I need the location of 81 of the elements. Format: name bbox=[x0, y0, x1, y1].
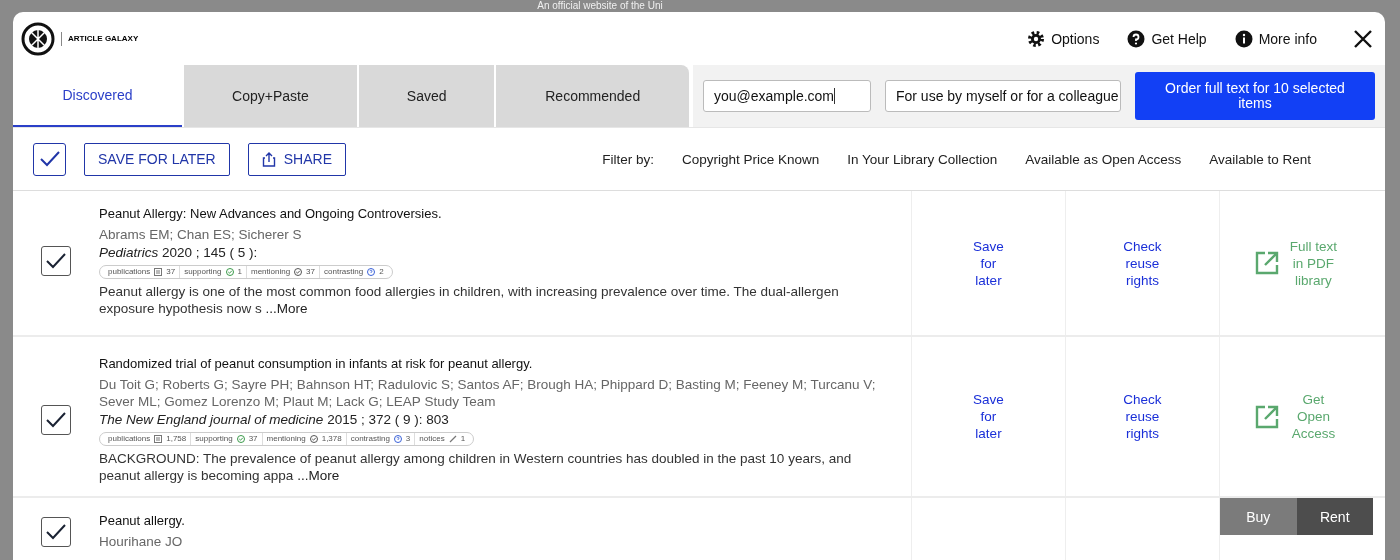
header-link[interactable]: Options bbox=[1027, 29, 1100, 48]
badge-count: 1 bbox=[237, 266, 242, 278]
badge-label: supporting bbox=[184, 266, 222, 278]
save-for-later-link[interactable]: Save for later bbox=[968, 391, 1009, 442]
check-rights-link[interactable]: Check reuse rights bbox=[1122, 391, 1163, 442]
journal-name: The New England journal of medicine bbox=[99, 412, 324, 427]
external-link-icon bbox=[1253, 250, 1280, 276]
article-abstract: Peanut allergy is one of the most common food allergies in children, with increasing prevalence over time. The dual-allergen exposure hypothesis now s ...More bbox=[99, 283, 840, 317]
article-authors: Hourihane JO bbox=[99, 533, 184, 550]
badge-label: publications bbox=[108, 433, 151, 445]
badge-label: mentioning bbox=[266, 433, 306, 445]
question-circle-icon bbox=[393, 435, 402, 443]
citation-text: 2015 ; 372 ( 9 ): 803 bbox=[327, 412, 449, 427]
article-title[interactable]: Peanut Allergy: New Advances and Ongoing Controversies. bbox=[99, 205, 911, 222]
article-abstract: BACKGROUND: The prevalence of peanut allergy among children in Western countries has doubled in the past 10 years, and peanut allergy is becoming appa ...More bbox=[99, 450, 853, 484]
checkmark-icon bbox=[45, 252, 67, 270]
badge-count: 3 bbox=[405, 433, 411, 445]
use-select[interactable]: For use by myself or for a colleague bbox=[885, 80, 1121, 112]
filter-option[interactable]: Copyright Price Known bbox=[681, 151, 820, 167]
external-link-icon bbox=[1253, 403, 1280, 430]
journal-name: Pediatrics bbox=[99, 245, 159, 260]
banner-text: An official website of the Uni bbox=[537, 0, 663, 12]
header-link[interactable]: Get Help bbox=[1127, 29, 1207, 48]
badge-count: 2 bbox=[379, 266, 384, 278]
filter-label: Filter by: bbox=[602, 151, 654, 167]
tab[interactable]: Copy+Paste bbox=[183, 65, 357, 127]
badge-count: 1,378 bbox=[321, 433, 342, 445]
article-title[interactable]: Peanut allergy. bbox=[99, 512, 911, 529]
document-icon bbox=[154, 435, 163, 443]
more-link[interactable]: ...More bbox=[265, 301, 308, 316]
citation-text: 2020 ; 145 ( 5 ): bbox=[162, 245, 258, 260]
share-icon bbox=[261, 151, 276, 167]
article-title[interactable]: Randomized trial of peanut consumption in infants at risk for peanut allergy. bbox=[99, 355, 911, 372]
badge-label: contrasting bbox=[324, 266, 364, 278]
check-circle-icon bbox=[225, 268, 234, 276]
checkmark-icon bbox=[45, 410, 67, 429]
header-link[interactable]: More info bbox=[1234, 29, 1317, 48]
order-button[interactable]: Order full text for 10 selected items bbox=[1135, 72, 1375, 120]
article-authors: Abrams EM; Chan ES; Sicherer S bbox=[99, 226, 303, 243]
check-rights-link[interactable]: Check reuse rights bbox=[1122, 237, 1163, 289]
document-icon bbox=[154, 268, 163, 276]
close-icon[interactable] bbox=[1353, 28, 1373, 49]
logo-icon bbox=[21, 21, 55, 56]
more-link[interactable]: ...More bbox=[297, 468, 340, 483]
email-field[interactable]: you@example.com bbox=[703, 80, 871, 112]
info-icon bbox=[1234, 29, 1253, 48]
badge-count: 1 bbox=[460, 433, 466, 445]
article-authors: Du Toit G; Roberts G; Sayre PH; Bahnson HT; Radulovic S; Santos AF; Brough HA; Phippard D; Basting M; Feeney M; Turcanu V; Sever ML; Gomez Lorenzo M; Plaut M; Lack G; LEAP Study Team bbox=[99, 376, 877, 410]
settings-icon bbox=[1027, 29, 1046, 48]
badge-label: notices bbox=[419, 433, 445, 445]
badge-label: supporting bbox=[195, 433, 233, 445]
check-circle-icon bbox=[236, 435, 245, 443]
purchase-option[interactable]: Buy bbox=[1220, 498, 1297, 535]
badge-count: 1,758 bbox=[166, 433, 187, 445]
badge-count: 37 bbox=[248, 433, 258, 445]
filter-option[interactable]: Available to Rent bbox=[1209, 151, 1311, 167]
checkmark-icon bbox=[38, 150, 61, 168]
pencil-icon bbox=[448, 435, 457, 443]
save-for-later-link[interactable]: Save for later bbox=[968, 237, 1009, 289]
badge-label: mentioning bbox=[250, 266, 291, 278]
row-checkbox[interactable] bbox=[41, 246, 71, 276]
badge-label: contrasting bbox=[350, 433, 390, 445]
question-circle-icon bbox=[367, 268, 376, 276]
help-icon bbox=[1127, 29, 1146, 48]
badge-count: 37 bbox=[166, 266, 176, 278]
filter-option[interactable]: In Your Library Collection bbox=[847, 151, 998, 167]
save-for-later-button[interactable]: SAVE FOR LATER bbox=[84, 142, 230, 176]
purchase-option[interactable]: Rent bbox=[1296, 498, 1373, 535]
check-circle-icon bbox=[309, 435, 318, 443]
badge-count: 37 bbox=[306, 266, 315, 278]
checkmark-icon bbox=[45, 522, 67, 541]
logo-text: ARTICLE GALAXY bbox=[61, 31, 139, 46]
share-button[interactable]: SHARE bbox=[247, 142, 346, 176]
row-checkbox[interactable] bbox=[41, 404, 71, 435]
tab[interactable]: Recommended bbox=[496, 65, 689, 127]
row-checkbox[interactable] bbox=[41, 516, 71, 547]
tab[interactable]: Saved bbox=[358, 65, 495, 127]
filter-option[interactable]: Available as Open Access bbox=[1025, 151, 1182, 167]
select-all-checkbox[interactable] bbox=[33, 142, 66, 176]
check-circle-icon bbox=[294, 268, 303, 276]
badge-label: publications bbox=[108, 266, 151, 278]
